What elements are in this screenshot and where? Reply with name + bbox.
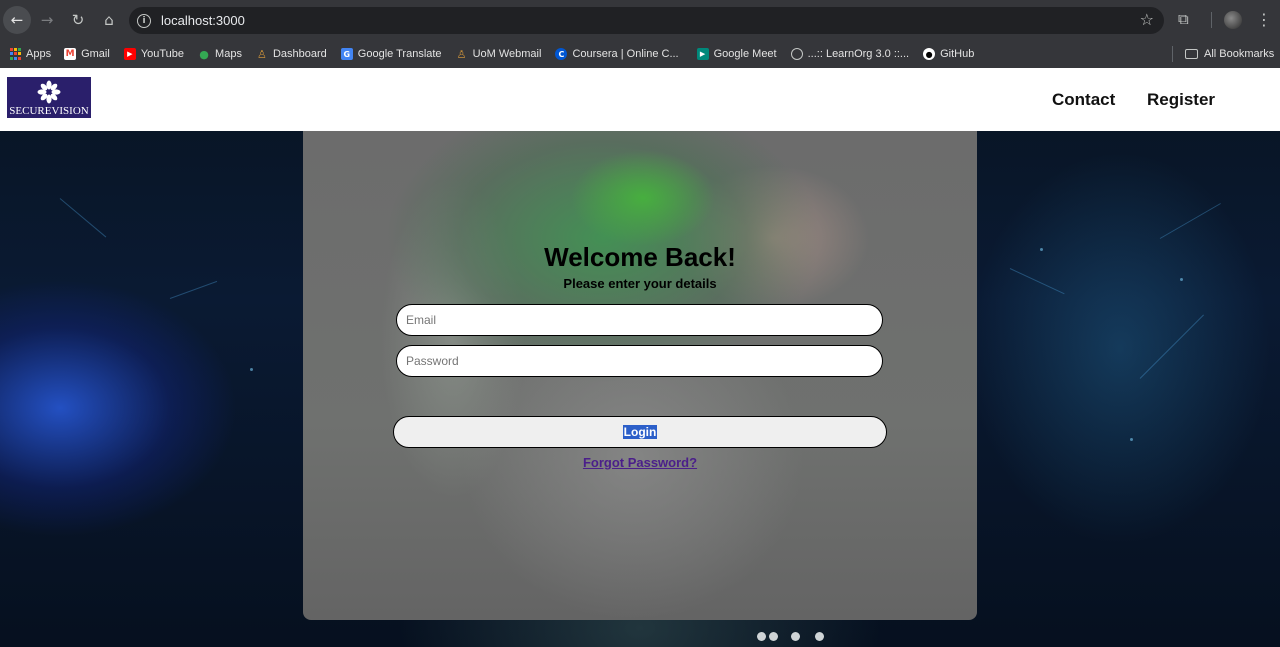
login-button[interactable]: Login: [393, 416, 887, 448]
logo-flower-icon: [37, 80, 61, 104]
login-button-label: Login: [622, 425, 658, 439]
bookmark-label: Gmail: [81, 48, 110, 60]
menu-kebab-icon[interactable]: ⋮: [1256, 10, 1272, 29]
forgot-password-link[interactable]: Forgot Password?: [303, 455, 977, 470]
securevision-logo[interactable]: SECUREVISION: [7, 77, 91, 118]
decor-dot: [815, 632, 824, 641]
login-subtitle: Please enter your details: [563, 276, 717, 291]
profile-avatar[interactable]: [1224, 11, 1242, 29]
github-icon: ●: [923, 48, 936, 60]
bookmark-label: GitHub: [940, 48, 975, 60]
all-bookmarks[interactable]: All Bookmarks: [1172, 40, 1274, 68]
page-background: SECUREVISION Contact Register Welcome Ba…: [0, 68, 1280, 647]
maps-icon: ●: [199, 47, 209, 61]
bookmark-star-icon[interactable]: ☆: [1140, 10, 1154, 29]
forward-arrow-icon[interactable]: →: [32, 5, 62, 35]
bookmark-label: ...:: LearnOrg 3.0 ::...: [807, 48, 910, 60]
bookmark-label: Dashboard: [272, 48, 327, 60]
bookmark-google-translate[interactable]: G Google Translate: [340, 40, 442, 68]
back-arrow-icon[interactable]: ←: [3, 6, 31, 34]
site-info-icon[interactable]: i: [137, 13, 151, 28]
decor-dot: [1130, 438, 1133, 441]
bookmark-label: Apps: [26, 48, 52, 60]
bookmark-label: Google Meet: [713, 48, 777, 60]
bookmark-gmail[interactable]: M Gmail: [64, 40, 110, 68]
bookmark-learnorg[interactable]: ...:: LearnOrg 3.0 ::...: [790, 40, 910, 68]
logo-text: SECUREVISION: [9, 105, 89, 117]
bookmark-label: Coursera | Online C...: [572, 48, 679, 60]
nav-contact-link[interactable]: Contact: [1052, 90, 1115, 110]
all-bookmarks-label: All Bookmarks: [1204, 48, 1275, 60]
bookmark-label: Maps: [215, 48, 242, 60]
browser-toolbar: ← → ↻ ⌂ i localhost:3000 ☆ ⧉ ⋮: [0, 0, 1280, 40]
password-input[interactable]: [396, 345, 883, 377]
bookmarks-bar: Apps M Gmail ▶ YouTube ● Maps ♙ Dashboar…: [0, 40, 1280, 68]
decor-dot: [769, 632, 778, 641]
decor-line: [1009, 268, 1065, 295]
learnorg-icon: [790, 48, 803, 60]
meet-icon: ▶: [696, 48, 709, 60]
apps-grid-icon: [9, 48, 21, 60]
login-title: Welcome Back!: [544, 242, 736, 272]
decor-line: [59, 198, 107, 238]
home-icon[interactable]: ⌂: [94, 5, 124, 35]
decor-line: [1139, 314, 1204, 379]
address-bar[interactable]: i localhost:3000 ☆: [129, 7, 1164, 34]
bookmark-youtube[interactable]: ▶ YouTube: [123, 40, 185, 68]
decor-dot: [757, 632, 766, 641]
dashboard-icon: ♙: [257, 47, 267, 61]
bookmark-maps[interactable]: ● Maps: [198, 40, 242, 68]
decor-line: [1159, 203, 1221, 239]
bookmark-label: Google Translate: [357, 48, 442, 60]
uom-icon: ♙: [456, 47, 467, 61]
bookmark-coursera[interactable]: C Coursera | Online C...: [555, 40, 679, 68]
coursera-icon: C: [555, 48, 568, 60]
decor-dot: [1180, 278, 1183, 281]
bookmark-dashboard[interactable]: ♙ Dashboard: [256, 40, 327, 68]
gmail-icon: M: [64, 48, 77, 60]
bookmark-google-meet[interactable]: ▶ Google Meet: [696, 40, 777, 68]
translate-icon: G: [340, 48, 353, 60]
youtube-icon: ▶: [123, 48, 136, 60]
bookmark-label: YouTube: [140, 48, 185, 60]
bookmark-apps[interactable]: Apps: [9, 40, 51, 68]
login-card: Welcome Back! Please enter your details …: [303, 128, 977, 620]
folder-icon: [1185, 49, 1198, 59]
bookmark-label: UoM Webmail: [472, 48, 542, 60]
toolbar-divider: [1211, 12, 1212, 28]
bookmarks-divider: [1172, 46, 1173, 62]
reload-icon[interactable]: ↻: [63, 5, 93, 35]
decor-dot: [250, 368, 253, 371]
email-input[interactable]: [396, 304, 883, 336]
bookmark-uom-webmail[interactable]: ♙ UoM Webmail: [456, 40, 542, 68]
site-header: SECUREVISION Contact Register: [0, 68, 1280, 131]
decor-line: [169, 280, 218, 299]
decor-dot: [1040, 248, 1043, 251]
decor-dot: [791, 632, 800, 641]
nav-register-link[interactable]: Register: [1147, 90, 1215, 110]
extensions-icon[interactable]: ⧉: [1178, 10, 1196, 28]
url-text[interactable]: localhost:3000: [161, 13, 245, 28]
bookmark-github[interactable]: ● GitHub: [923, 40, 974, 68]
